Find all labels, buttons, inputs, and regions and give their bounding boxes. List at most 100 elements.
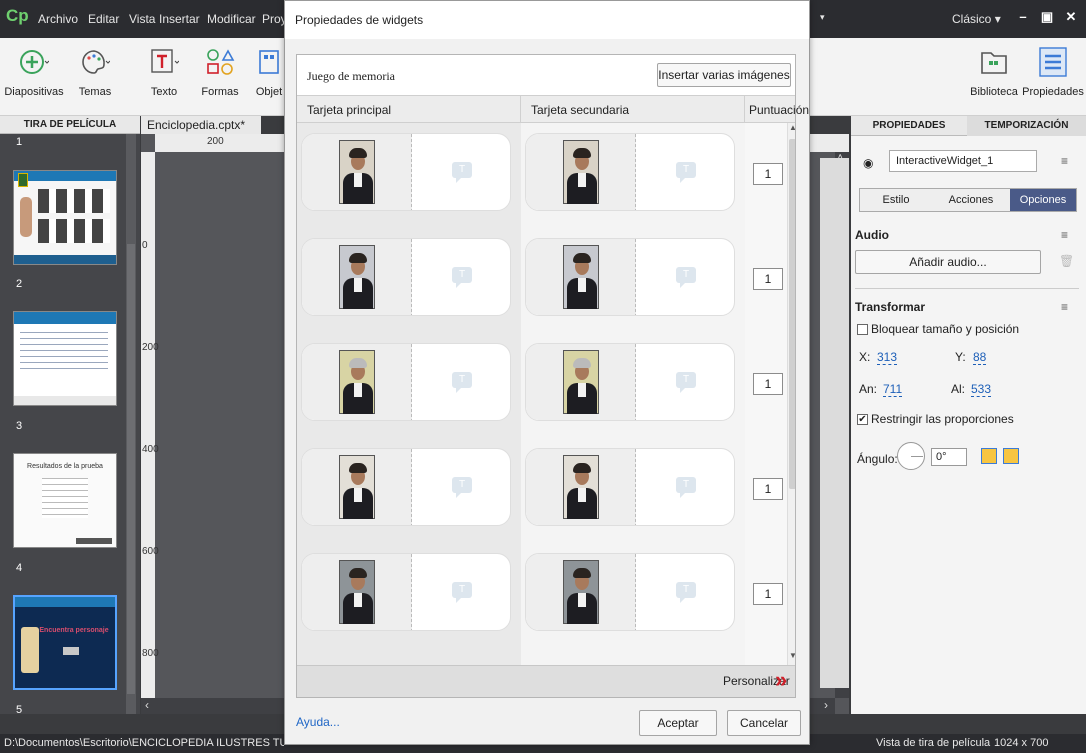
score-input[interactable]: 1 bbox=[753, 583, 783, 605]
library-tool[interactable]: Biblioteca bbox=[968, 46, 1020, 98]
insert-images-button[interactable]: Insertar varias imágenes bbox=[657, 63, 791, 87]
properties-tool[interactable]: Propiedades bbox=[1022, 46, 1084, 98]
slide-thumbnail-3[interactable]: Resultados de la prueba bbox=[13, 453, 117, 548]
menu-insertar[interactable]: Insertar bbox=[159, 12, 200, 26]
scroll-left-icon[interactable]: ‹ bbox=[145, 698, 149, 712]
folder-icon bbox=[981, 52, 1007, 74]
trash-icon[interactable]: 🗑 bbox=[1059, 254, 1074, 268]
cancel-button[interactable]: Cancelar bbox=[727, 710, 801, 736]
width-value[interactable]: 711 bbox=[883, 382, 903, 397]
panel-menu-icon[interactable]: ≡ bbox=[1061, 154, 1068, 168]
filmstrip-scrollbar[interactable] bbox=[126, 134, 136, 714]
card-photo-area bbox=[526, 449, 636, 525]
speech-bubble-icon[interactable]: T bbox=[452, 162, 472, 183]
portrait-image bbox=[563, 245, 599, 309]
main-card-2[interactable]: T bbox=[301, 238, 511, 316]
properties-panel: ◉ InteractiveWidget_1 ≡ Estilo Acciones … bbox=[851, 136, 1086, 714]
card-photo-area bbox=[302, 449, 412, 525]
transform-menu-icon[interactable]: ≡ bbox=[1061, 300, 1068, 314]
x-value[interactable]: 313 bbox=[877, 350, 898, 365]
score-input[interactable]: 1 bbox=[753, 163, 783, 185]
add-audio-button[interactable]: Añadir audio... bbox=[855, 250, 1041, 274]
themes-tool[interactable]: Temas bbox=[70, 46, 120, 98]
tab-timing[interactable]: TEMPORIZACIÓN bbox=[967, 116, 1086, 136]
objects-tool-label: Objet bbox=[255, 86, 283, 98]
secondary-card-5[interactable]: T bbox=[525, 553, 735, 631]
card-photo-area bbox=[526, 344, 636, 420]
themes-tool-label: Temas bbox=[78, 86, 112, 98]
constrain-checkbox[interactable]: ✔ bbox=[857, 414, 868, 425]
secondary-card-4[interactable]: T bbox=[525, 448, 735, 526]
visibility-eye-icon[interactable]: ◉ bbox=[863, 156, 873, 170]
objects-tool[interactable]: Objet bbox=[254, 46, 284, 98]
slide-4-title: Encuentra personaje bbox=[39, 627, 109, 634]
column-main-card: Tarjeta principal bbox=[297, 96, 521, 124]
subtab-opciones[interactable]: Opciones bbox=[1010, 189, 1076, 211]
secondary-card-1[interactable]: T bbox=[525, 133, 735, 211]
tab-properties[interactable]: PROPIEDADES bbox=[851, 116, 967, 136]
menu-modificar[interactable]: Modificar bbox=[207, 12, 256, 26]
rotate-right-icon[interactable] bbox=[1003, 448, 1019, 464]
scrollbar-thumb[interactable] bbox=[789, 139, 795, 489]
score-input[interactable]: 1 bbox=[753, 478, 783, 500]
speech-bubble-icon[interactable]: T bbox=[676, 372, 696, 393]
customize-bar: Personalizar » bbox=[297, 665, 795, 697]
document-tab[interactable]: Enciclopedia.cptx* × bbox=[141, 116, 261, 150]
y-value[interactable]: 88 bbox=[973, 350, 987, 365]
portrait-image bbox=[563, 140, 599, 204]
speech-bubble-icon[interactable]: T bbox=[452, 267, 472, 288]
speech-bubble-icon[interactable]: T bbox=[676, 582, 696, 603]
height-label: Al: bbox=[951, 382, 966, 396]
secondary-card-3[interactable]: T bbox=[525, 343, 735, 421]
shapes-tool[interactable]: Formas bbox=[198, 46, 242, 98]
main-card-1[interactable]: T bbox=[301, 133, 511, 211]
score-input[interactable]: 1 bbox=[753, 373, 783, 395]
menu-vista[interactable]: Vista bbox=[129, 12, 155, 26]
angle-dial[interactable] bbox=[897, 442, 925, 470]
subtab-acciones[interactable]: Acciones bbox=[932, 189, 1010, 211]
portrait-image bbox=[339, 455, 375, 519]
scroll-down-icon[interactable]: ▼ bbox=[789, 651, 795, 660]
main-card-3[interactable]: T bbox=[301, 343, 511, 421]
angle-input[interactable]: 0° bbox=[931, 448, 967, 466]
restore-icon[interactable]: ▣ bbox=[1036, 6, 1058, 28]
workspace-mode-dropdown[interactable]: Clásico ▾ bbox=[952, 12, 1001, 26]
close-window-icon[interactable]: ✕ bbox=[1060, 6, 1082, 28]
lock-size-checkbox[interactable] bbox=[857, 324, 868, 335]
slide-thumbnail-4[interactable]: Encuentra personaje bbox=[13, 595, 117, 690]
scroll-right-icon[interactable]: › bbox=[824, 698, 828, 712]
main-card-4[interactable]: T bbox=[301, 448, 511, 526]
audio-menu-icon[interactable]: ≡ bbox=[1061, 228, 1068, 242]
portrait-image bbox=[563, 455, 599, 519]
speech-bubble-icon[interactable]: T bbox=[452, 582, 472, 603]
speech-bubble-icon[interactable]: T bbox=[676, 477, 696, 498]
speech-bubble-icon[interactable]: T bbox=[676, 162, 696, 183]
secondary-card-2[interactable]: T bbox=[525, 238, 735, 316]
slides-tool[interactable]: Diapositivas bbox=[2, 46, 66, 98]
minimize-icon[interactable]: – bbox=[1012, 6, 1034, 28]
rotate-left-icon[interactable] bbox=[981, 448, 997, 464]
menu-archivo[interactable]: Archivo bbox=[38, 12, 78, 26]
ruler-label: 0 bbox=[142, 240, 148, 251]
menu-editar[interactable]: Editar bbox=[88, 12, 119, 26]
ok-button[interactable]: Aceptar bbox=[639, 710, 717, 736]
grid-scrollbar[interactable]: ▲ ▼ bbox=[787, 123, 795, 665]
main-card-5[interactable]: T bbox=[301, 553, 511, 631]
chevron-double-right-icon[interactable]: » bbox=[775, 668, 787, 692]
card-photo-area bbox=[302, 239, 412, 315]
subtab-estilo[interactable]: Estilo bbox=[860, 189, 932, 211]
text-tool[interactable]: Texto bbox=[144, 46, 184, 98]
score-input[interactable]: 1 bbox=[753, 268, 783, 290]
slide-thumbnail-1[interactable] bbox=[13, 170, 117, 265]
speech-bubble-icon[interactable]: T bbox=[676, 267, 696, 288]
speech-bubble-icon[interactable]: T bbox=[452, 372, 472, 393]
slide-thumbnail-2[interactable] bbox=[13, 311, 117, 406]
help-link[interactable]: Ayuda... bbox=[296, 715, 340, 729]
menu-overflow-icon[interactable]: ▾ bbox=[820, 12, 825, 23]
portrait-image bbox=[563, 560, 599, 624]
scroll-up-icon[interactable]: ▲ bbox=[789, 123, 795, 132]
height-value[interactable]: 533 bbox=[971, 382, 992, 397]
slide-3-title: Resultados de la prueba bbox=[27, 463, 103, 470]
widget-name-input[interactable]: InteractiveWidget_1 bbox=[889, 150, 1037, 172]
speech-bubble-icon[interactable]: T bbox=[452, 477, 472, 498]
